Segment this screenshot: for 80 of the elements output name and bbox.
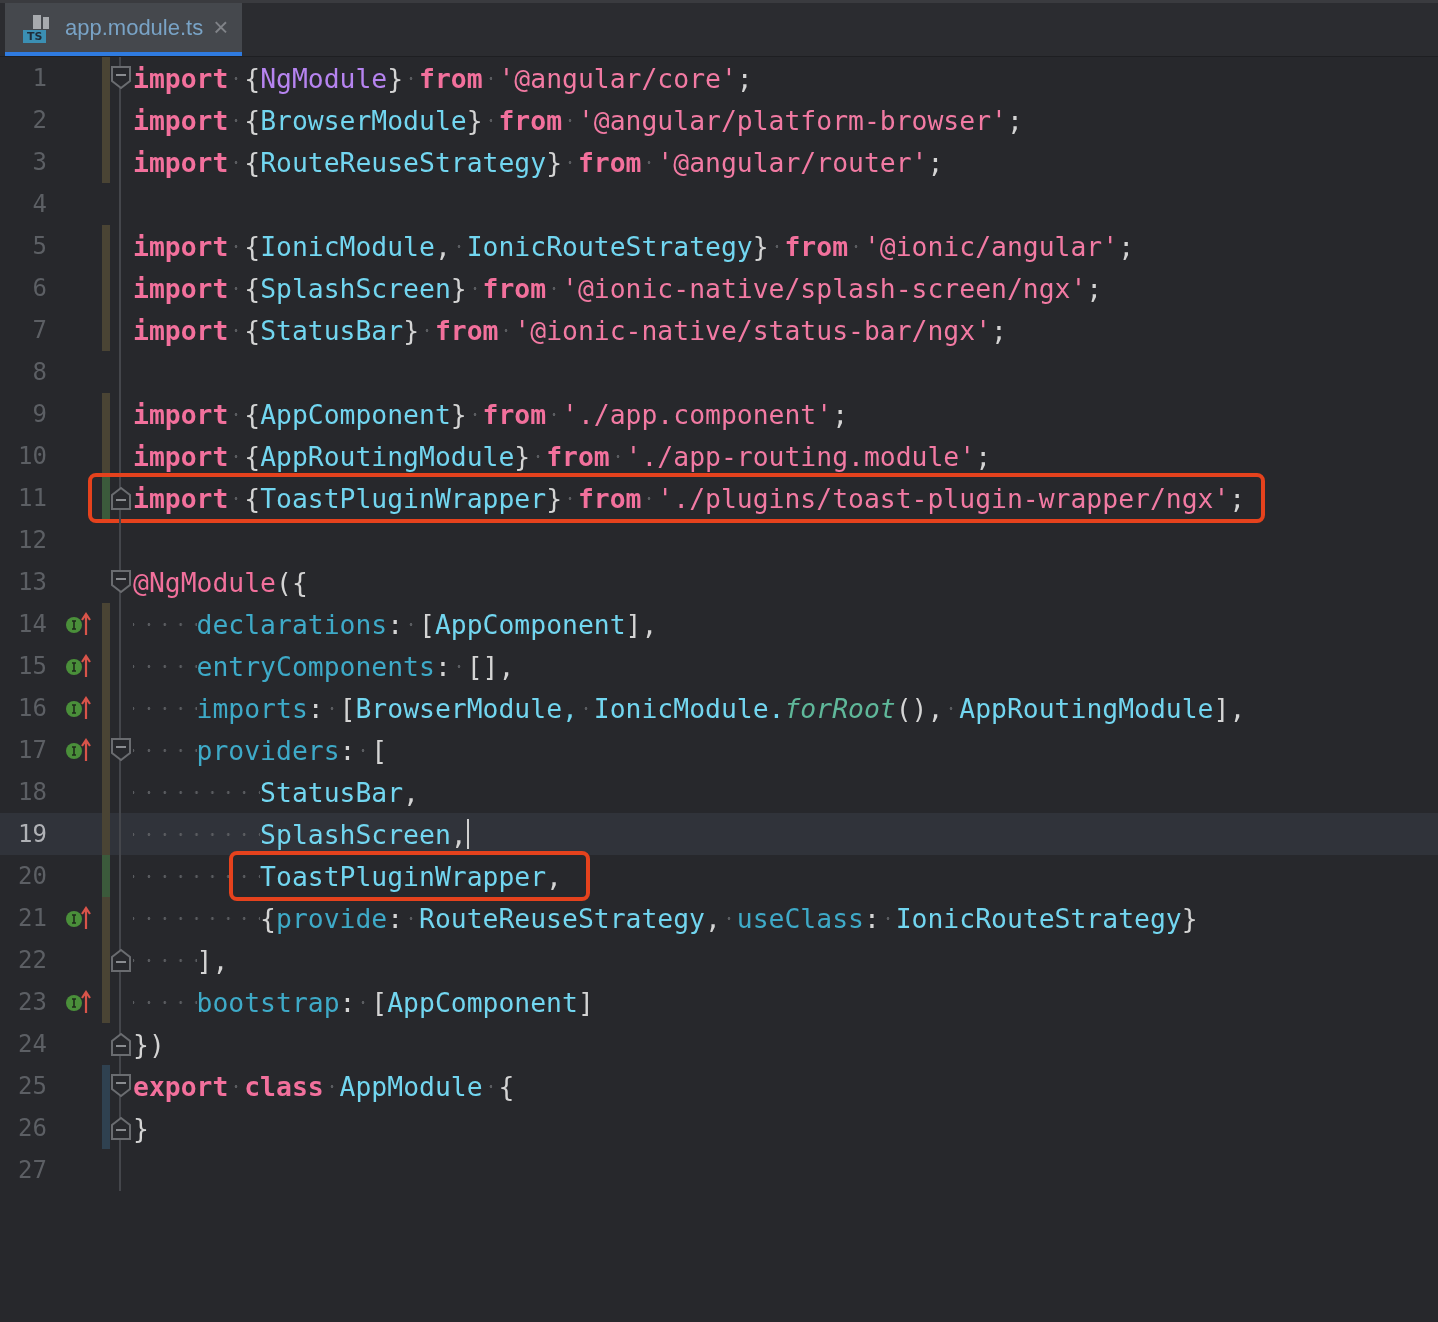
code-line: import {ToastPluginWrapper} from './plugins/toast-plugin-wrapper/ngx'; bbox=[133, 482, 1246, 514]
change-marker[interactable] bbox=[102, 57, 110, 99]
change-marker[interactable] bbox=[102, 225, 110, 267]
code-line: import {IonicModule, IonicRouteStrategy} from '@ionic/angular'; bbox=[133, 230, 1135, 262]
line-number: 9 bbox=[31, 400, 47, 428]
fold-marker-icon[interactable] bbox=[111, 948, 131, 972]
line-number: 21 bbox=[17, 904, 47, 932]
code-line: import {StatusBar} from '@ionic-native/status-bar/ngx'; bbox=[133, 314, 1007, 346]
fold-marker-icon[interactable] bbox=[111, 570, 131, 594]
change-marker[interactable] bbox=[102, 603, 110, 645]
fold-marker-icon[interactable] bbox=[111, 486, 131, 510]
line-number: 13 bbox=[17, 568, 47, 596]
implements-icon[interactable] bbox=[65, 906, 91, 930]
fold-marker-icon[interactable] bbox=[111, 1116, 131, 1140]
implements-icon[interactable] bbox=[65, 990, 91, 1014]
change-marker[interactable] bbox=[102, 309, 110, 351]
line-number: 19 bbox=[17, 820, 47, 848]
code-line: {provide: RouteReuseStrategy, useClass: IonicRouteStrategy} bbox=[133, 902, 1198, 934]
text-cursor bbox=[466, 819, 469, 849]
fold-marker-icon[interactable] bbox=[111, 1032, 131, 1056]
implements-icon[interactable] bbox=[65, 612, 91, 636]
line-number: 12 bbox=[17, 526, 47, 554]
line-number: 10 bbox=[17, 442, 47, 470]
code-line: StatusBar, bbox=[133, 776, 419, 808]
code-line: }) bbox=[133, 1028, 165, 1060]
change-marker[interactable] bbox=[102, 1065, 110, 1107]
close-icon[interactable]: × bbox=[213, 12, 229, 43]
line-number: 25 bbox=[17, 1072, 47, 1100]
line-number: 16 bbox=[17, 694, 47, 722]
change-marker[interactable] bbox=[102, 1107, 110, 1149]
code-line: ToastPluginWrapper, bbox=[133, 860, 562, 892]
code-line: providers: [ bbox=[133, 734, 388, 766]
code-line: import {BrowserModule} from '@angular/platform-browser'; bbox=[133, 104, 1023, 136]
line-number: 3 bbox=[31, 148, 47, 176]
line-number: 5 bbox=[31, 232, 47, 260]
code-line: entryComponents: [], bbox=[133, 650, 515, 682]
change-marker[interactable] bbox=[102, 393, 110, 435]
code-line: bootstrap: [AppComponent] bbox=[133, 986, 594, 1018]
line-number: 20 bbox=[17, 862, 47, 890]
code-line: SplashScreen, bbox=[133, 818, 467, 850]
code-line: @NgModule({ bbox=[133, 566, 308, 598]
line-number: 27 bbox=[17, 1156, 47, 1184]
change-marker[interactable] bbox=[102, 981, 110, 1023]
code-line: import {NgModule} from '@angular/core'; bbox=[133, 62, 753, 94]
code-line: declarations: [AppComponent], bbox=[133, 608, 658, 640]
implements-icon[interactable] bbox=[65, 654, 91, 678]
line-number: 11 bbox=[17, 484, 47, 512]
line-number: 22 bbox=[17, 946, 47, 974]
change-marker[interactable] bbox=[102, 855, 110, 897]
line-number: 14 bbox=[17, 610, 47, 638]
change-marker[interactable] bbox=[102, 813, 110, 855]
line-number: 8 bbox=[31, 358, 47, 386]
code-line: imports: [BrowserModule, IonicModule.forRoot(), AppRoutingModule], bbox=[133, 692, 1246, 724]
line-number: 26 bbox=[17, 1114, 47, 1142]
line-number: 4 bbox=[31, 190, 47, 218]
change-marker[interactable] bbox=[102, 897, 110, 939]
implements-icon[interactable] bbox=[65, 696, 91, 720]
line-number: 24 bbox=[17, 1030, 47, 1058]
line-number: 18 bbox=[17, 778, 47, 806]
line-number: 2 bbox=[31, 106, 47, 134]
file-tab[interactable]: TS app.module.ts × bbox=[5, 3, 243, 56]
code-line: import {AppComponent} from './app.component'; bbox=[133, 398, 849, 430]
change-marker[interactable] bbox=[102, 141, 110, 183]
code-line: import {AppRoutingModule} from './app-routing.module'; bbox=[133, 440, 992, 472]
fold-marker-icon[interactable] bbox=[111, 1074, 131, 1098]
line-number: 1 bbox=[31, 64, 47, 92]
implements-icon[interactable] bbox=[65, 738, 91, 762]
code-line: export class AppModule { bbox=[133, 1070, 515, 1102]
fold-marker-icon[interactable] bbox=[111, 738, 131, 762]
fold-marker-icon[interactable] bbox=[111, 66, 131, 90]
code-line: import {SplashScreen} from '@ionic-native/splash-screen/ngx'; bbox=[133, 272, 1103, 304]
line-number: 17 bbox=[17, 736, 47, 764]
change-marker[interactable] bbox=[102, 477, 110, 519]
code-line: import {RouteReuseStrategy} from '@angular/router'; bbox=[133, 146, 944, 178]
typescript-label: TS bbox=[23, 29, 47, 43]
line-number: 6 bbox=[31, 274, 47, 302]
line-number: 7 bbox=[31, 316, 47, 344]
line-number: 15 bbox=[17, 652, 47, 680]
line-number: 23 bbox=[17, 988, 47, 1016]
code-line: } bbox=[133, 1112, 149, 1144]
